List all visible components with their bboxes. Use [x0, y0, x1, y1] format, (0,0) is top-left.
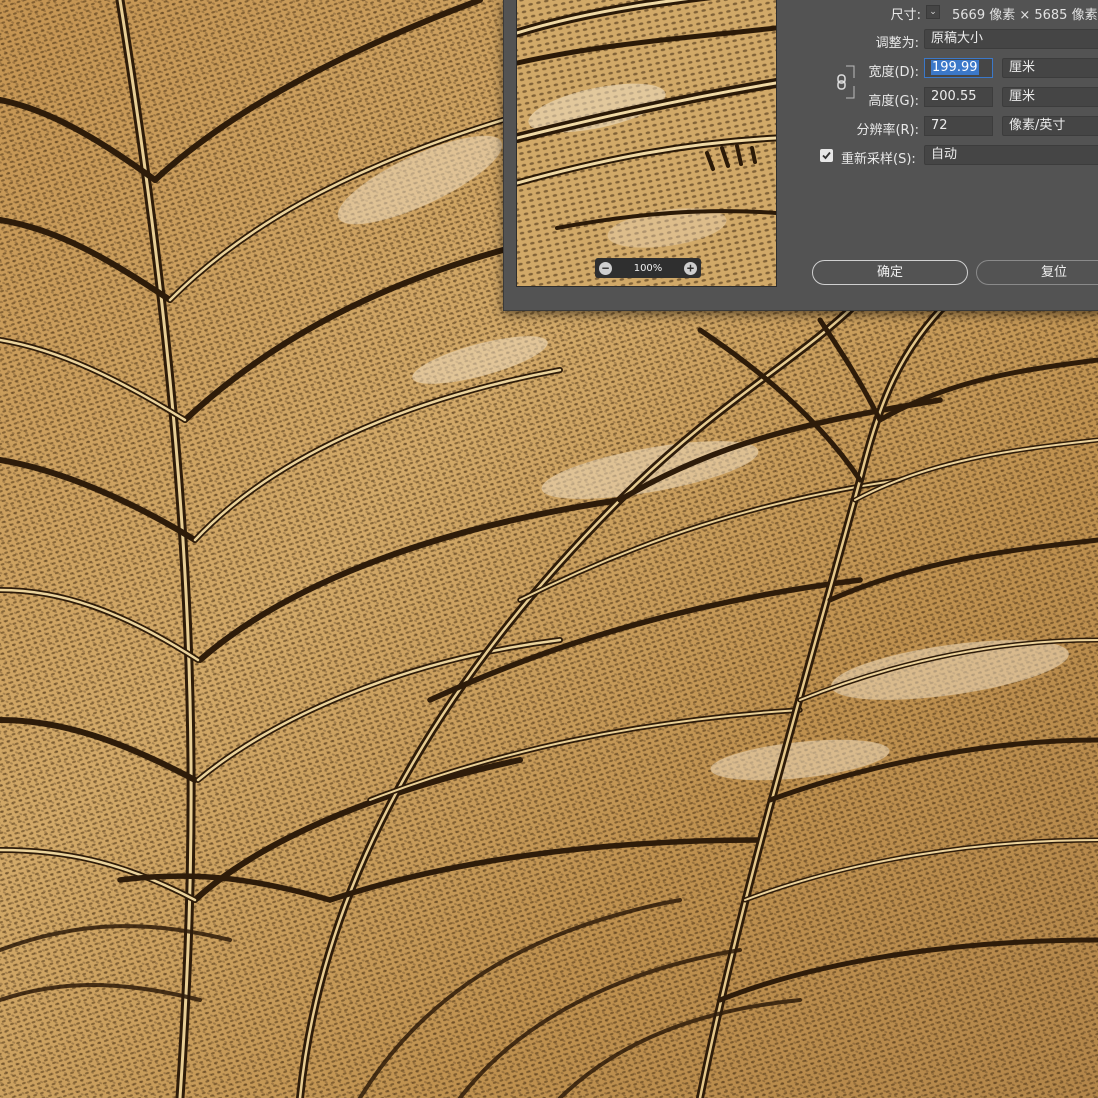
width-input[interactable]: 199.99	[924, 58, 993, 78]
resolution-label: 分辨率(R):	[856, 123, 919, 138]
resample-select[interactable]: 自动	[924, 145, 1098, 165]
image-size-dialog: − 100% + 尺寸: ⌄ 5669 像素 × 5685 像素 调整为: 原稿…	[503, 0, 1098, 311]
preview-zoom-label: 100%	[633, 262, 663, 274]
ok-button[interactable]: 确定	[812, 260, 968, 285]
preview-image	[517, 0, 776, 286]
resample-label: 重新采样(S):	[841, 152, 916, 167]
resample-checkbox[interactable]	[820, 149, 833, 162]
preview-zoom-bar: − 100% +	[595, 258, 701, 278]
chevron-down-icon[interactable]: ⌄	[926, 5, 940, 19]
width-value: 199.99	[931, 60, 979, 75]
resolution-unit-select[interactable]: 像素/英寸	[1002, 116, 1098, 136]
chain-link-icon[interactable]	[834, 64, 856, 100]
width-unit-select[interactable]: 厘米	[1002, 58, 1098, 78]
preview-panel[interactable]: − 100% +	[516, 0, 777, 287]
minus-circle-icon[interactable]: −	[599, 261, 612, 275]
plus-circle-icon[interactable]: +	[684, 261, 697, 275]
fit-to-select[interactable]: 原稿大小	[924, 29, 1098, 49]
checkmark-icon	[822, 151, 831, 160]
height-input[interactable]: 200.55	[924, 87, 993, 107]
resolution-input[interactable]: 72	[924, 116, 993, 136]
height-unit-select[interactable]: 厘米	[1002, 87, 1098, 107]
size-value: 5669 像素 × 5685 像素	[952, 8, 1098, 23]
height-label: 高度(G):	[868, 94, 919, 109]
size-label: 尺寸:	[890, 8, 921, 23]
width-label: 宽度(D):	[868, 65, 919, 80]
reset-button[interactable]: 复位	[976, 260, 1098, 285]
fit-to-label: 调整为:	[875, 36, 919, 51]
